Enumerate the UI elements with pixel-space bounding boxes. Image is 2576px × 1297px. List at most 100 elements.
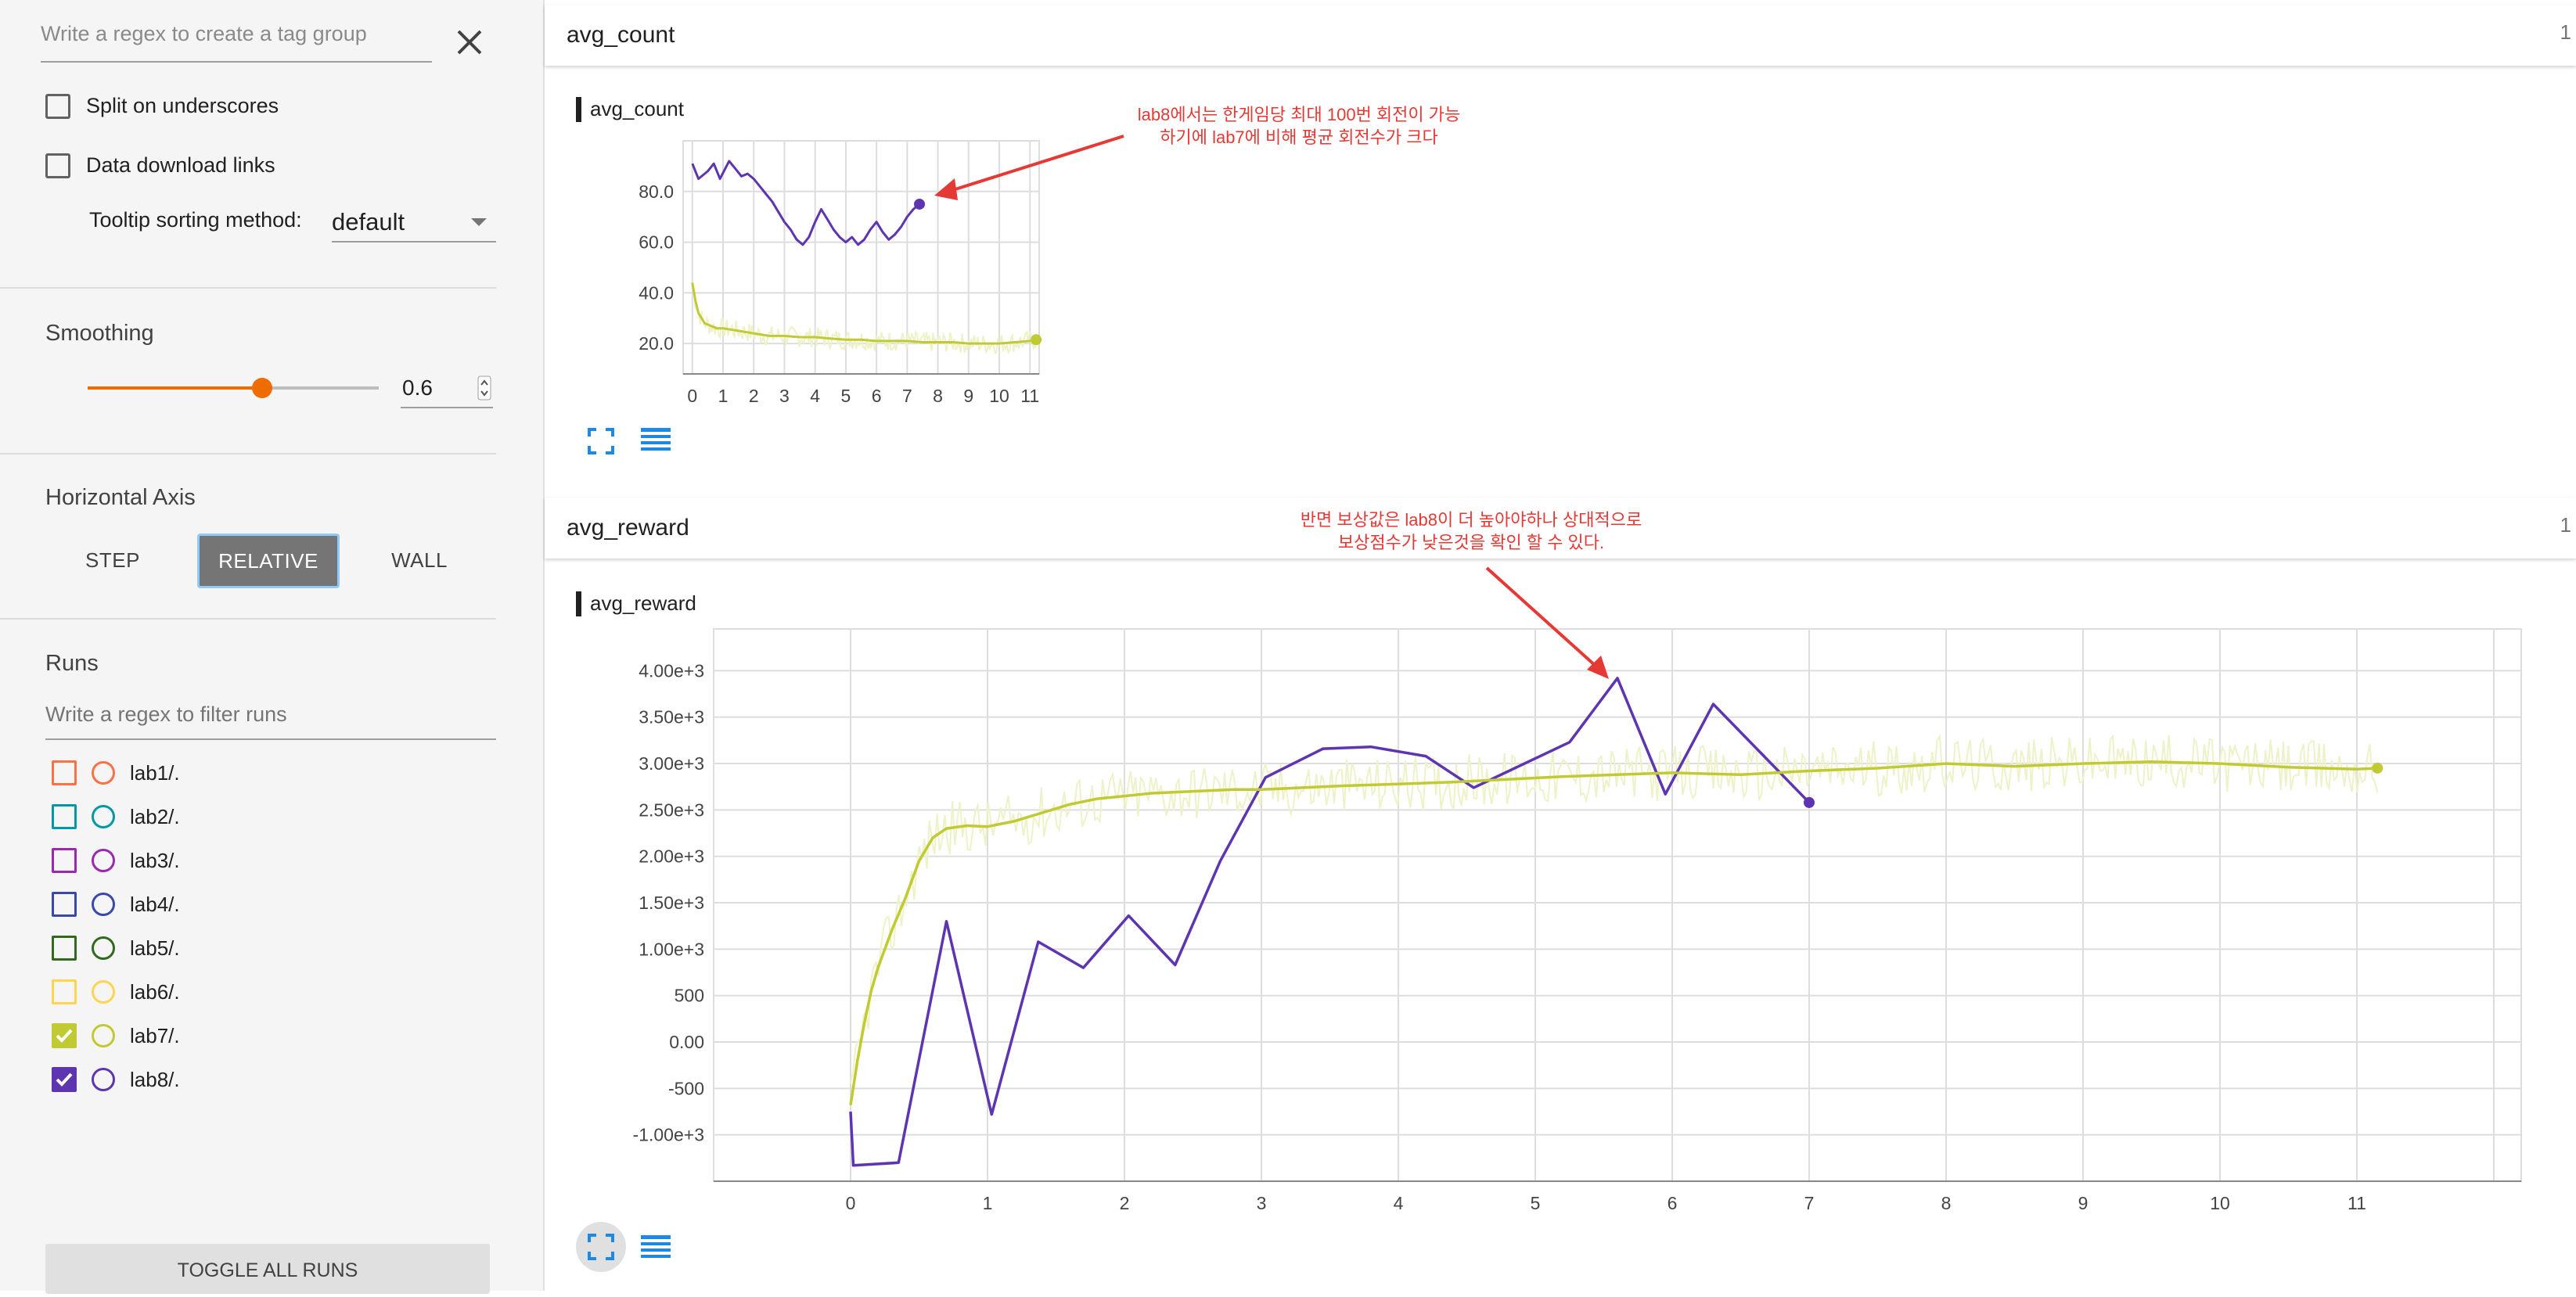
axis-step-button[interactable]: STEP [47,535,178,585]
y-tick-label: 3.50e+3 [639,707,704,728]
run-checkbox[interactable] [52,804,77,829]
divider [0,453,496,454]
run-checkbox[interactable] [52,1023,77,1048]
run-checkbox[interactable] [52,936,77,961]
run-checkbox[interactable] [52,760,77,785]
x-tick-label: 11 [1020,386,1039,406]
horizontal-axis-label: Horizontal Axis [45,485,196,510]
tag-regex-input[interactable]: Write a regex to create a tag group [41,22,432,63]
series-end-point[interactable] [1031,334,1042,346]
run-checkbox[interactable] [52,892,77,917]
y-tick-label: -1.00e+3 [633,1125,704,1145]
run-checkbox[interactable] [52,848,77,873]
y-tick-label: 1.50e+3 [639,893,704,913]
data-download-checkbox[interactable] [45,153,70,178]
toggle-all-runs-button[interactable]: TOGGLE ALL RUNS [45,1244,490,1294]
x-tick-label: 11 [2348,1193,2366,1213]
annotation-line: 반면 보상값은 lab8이 더 높아야하나 상대적으로 [1300,510,1642,530]
run-color-swatch[interactable] [92,849,115,872]
run-color-swatch[interactable] [92,936,115,960]
tooltip-sort-label: Tooltip sorting method: [89,208,302,232]
x-tick-label: 10 [2210,1193,2230,1213]
spinner-icon[interactable] [477,375,491,404]
series-end-point[interactable] [2372,762,2384,774]
runs-label: Runs [45,651,99,676]
fullscreen-icon[interactable] [587,427,615,455]
x-tick-label: 4 [810,386,820,406]
annotation-line: 보상점수가 낮은것을 확인 할 수 있다. [1337,533,1605,552]
fullscreen-icon[interactable] [576,1222,626,1272]
run-label: lab3/. [130,849,180,872]
annotation-arrow [1485,566,1609,679]
x-tick-label: 7 [1804,1193,1815,1213]
x-tick-label: 0 [846,1193,856,1213]
pane-count: 1 [2560,513,2571,537]
smoothing-value-input[interactable]: 0.6 [401,372,493,408]
run-checkbox[interactable] [52,979,77,1004]
data-table-icon[interactable] [640,1233,671,1261]
y-tick-label: 40.0 [639,282,674,303]
annotation-line: 하기에 lab7에 비해 평균 회전수가 크다 [1160,128,1438,147]
avg-reward-chart[interactable]: 0 1 2 3 4 5 6 7 8 9 10 11 -1.00e+3 -500 0.00 500 1.00e+3… [563,610,2535,1220]
axis-relative-button[interactable]: RELATIVE [197,534,340,588]
data-table-icon[interactable] [640,426,671,454]
divider [0,618,496,620]
reward-annotation: 반면 보상값은 lab8이 더 높아야하나 상대적으로 보상점수가 낮은것을 확… [1236,508,1706,554]
y-tick-label: 4.00e+3 [639,660,704,681]
annotation-line: lab8에서는 한게임당 최대 100번 회전이 가능 [1137,105,1461,124]
run-color-swatch[interactable] [92,805,115,828]
runs-filter-input[interactable]: Write a regex to filter runs [45,702,496,740]
annotation-arrow [934,135,1124,200]
run-label: lab4/. [130,893,180,916]
pane-count: 1 [2560,20,2571,44]
tooltip-sort-select[interactable]: default [332,202,496,243]
pane-header-avg-count[interactable]: avg_count 1 [545,5,2576,66]
x-tick-label: 7 [902,386,912,406]
x-tick-label: 1 [718,386,729,406]
x-tick-label: 6 [872,386,882,406]
run-color-swatch[interactable] [92,893,115,916]
run-label: lab8/. [130,1068,180,1091]
split-underscores-checkbox[interactable] [45,94,70,119]
tooltip-sort-value: default [332,208,405,235]
x-tick-label: 6 [1668,1193,1678,1213]
run-checkbox[interactable] [52,1067,77,1092]
smoothing-value: 0.6 [402,375,433,400]
axis-wall-button[interactable]: WALL [354,535,485,585]
run-color-swatch[interactable] [92,980,115,1004]
lab7-raw-line [850,733,2379,1084]
x-tick-label: 0 [687,386,697,406]
x-tick-label: 8 [1941,1193,1952,1213]
close-icon[interactable] [452,25,487,59]
y-tick-label: 3.00e+3 [639,753,704,774]
series-end-point[interactable] [1804,796,1815,808]
run-color-swatch[interactable] [92,1068,115,1091]
x-tick-label: 5 [840,386,851,406]
divider [0,287,496,289]
x-tick-label: 8 [933,386,943,406]
y-tick-label: 2.50e+3 [639,799,704,820]
run-color-swatch[interactable] [92,1024,115,1047]
smoothing-label: Smoothing [45,321,154,346]
x-tick-label: 2 [1120,1193,1130,1213]
slider-knob[interactable] [252,378,273,398]
x-tick-label: 9 [2078,1193,2089,1213]
slider-fill [88,386,263,390]
x-tick-label: 2 [749,386,759,406]
run-label: lab2/. [130,805,180,828]
series-line-lab8 [849,677,1811,1167]
series-line-lab7 [691,282,1037,345]
series-line-lab7 [849,760,2378,1105]
y-tick-label: 0.00 [669,1032,704,1052]
plot-frame [713,628,2522,1182]
x-tick-label: 1 [983,1193,993,1213]
sidebar: Write a regex to create a tag group Spli… [0,0,545,1294]
run-label: lab1/. [130,761,180,785]
run-color-swatch[interactable] [92,761,115,785]
x-tick-label: 4 [1394,1193,1404,1213]
x-tick-label: 9 [963,386,973,406]
x-tick-label: 10 [989,386,1009,406]
y-tick-label: 80.0 [639,181,674,202]
pane-title: avg_count [567,22,675,48]
data-download-label: Data download links [86,153,275,177]
